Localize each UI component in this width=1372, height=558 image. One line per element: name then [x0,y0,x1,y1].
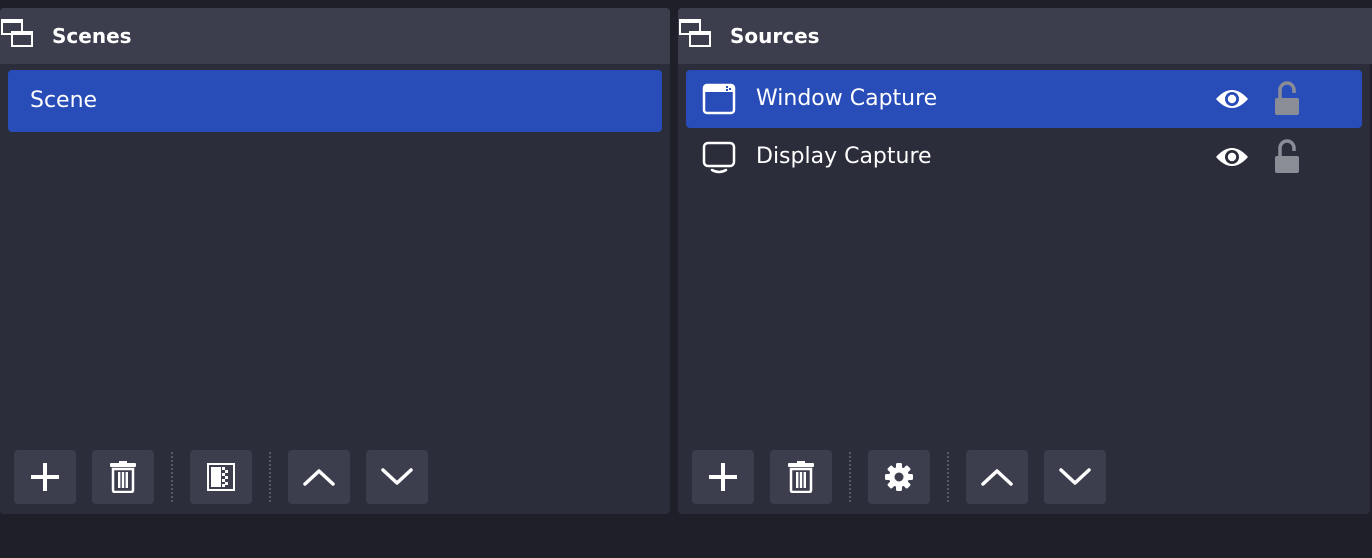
toolbar-separator [171,452,173,502]
remove-scene-button[interactable] [92,450,154,504]
add-scene-button[interactable] [14,450,76,504]
source-item-label: Display Capture [756,144,932,169]
next-dock-header-edge [1366,8,1372,64]
windows-stack-icon [679,19,711,47]
chevron-up-icon [981,469,1013,486]
add-source-button[interactable] [692,450,754,504]
scenes-title: Scenes [52,24,132,48]
plus-icon [31,463,59,491]
unlocked-padlock-icon[interactable] [1272,138,1302,174]
plus-icon [709,463,737,491]
source-list-item[interactable]: Display Capture [686,128,1362,186]
trash-icon [788,461,814,493]
sources-title: Sources [730,24,820,48]
display-capture-icon [702,141,736,174]
scenes-list[interactable]: Scene [8,70,662,132]
scenes-dock: Scenes Scene [0,8,670,514]
scenes-dock-header[interactable]: Scenes [0,8,670,64]
scene-item-label: Scene [30,88,98,113]
move-scene-down-button[interactable] [366,450,428,504]
gear-icon [885,463,913,491]
windows-stack-icon [1,19,33,47]
filter-icon [207,463,235,491]
eye-icon[interactable] [1214,143,1250,171]
toolbar-separator [947,452,949,502]
chevron-up-icon [303,469,335,486]
toolbar-separator [269,452,271,502]
toolbar-separator [849,452,851,502]
scene-list-item[interactable]: Scene [8,70,662,132]
move-scene-up-button[interactable] [288,450,350,504]
scene-filters-button[interactable] [190,450,252,504]
move-source-up-button[interactable] [966,450,1028,504]
move-source-down-button[interactable] [1044,450,1106,504]
eye-icon[interactable] [1214,85,1250,113]
unlocked-padlock-icon[interactable] [1272,80,1302,116]
window-capture-icon [702,83,736,115]
sources-dock: Sources Window Capture Display Capture [678,8,1370,514]
chevron-down-icon [1059,468,1091,485]
source-list-item[interactable]: Window Capture [686,70,1362,128]
chevron-down-icon [381,468,413,485]
sources-list[interactable]: Window Capture Display Capture [686,70,1362,186]
source-item-label: Window Capture [756,86,938,111]
sources-dock-header[interactable]: Sources [678,8,1370,64]
trash-icon [110,461,136,493]
source-properties-button[interactable] [868,450,930,504]
remove-source-button[interactable] [770,450,832,504]
